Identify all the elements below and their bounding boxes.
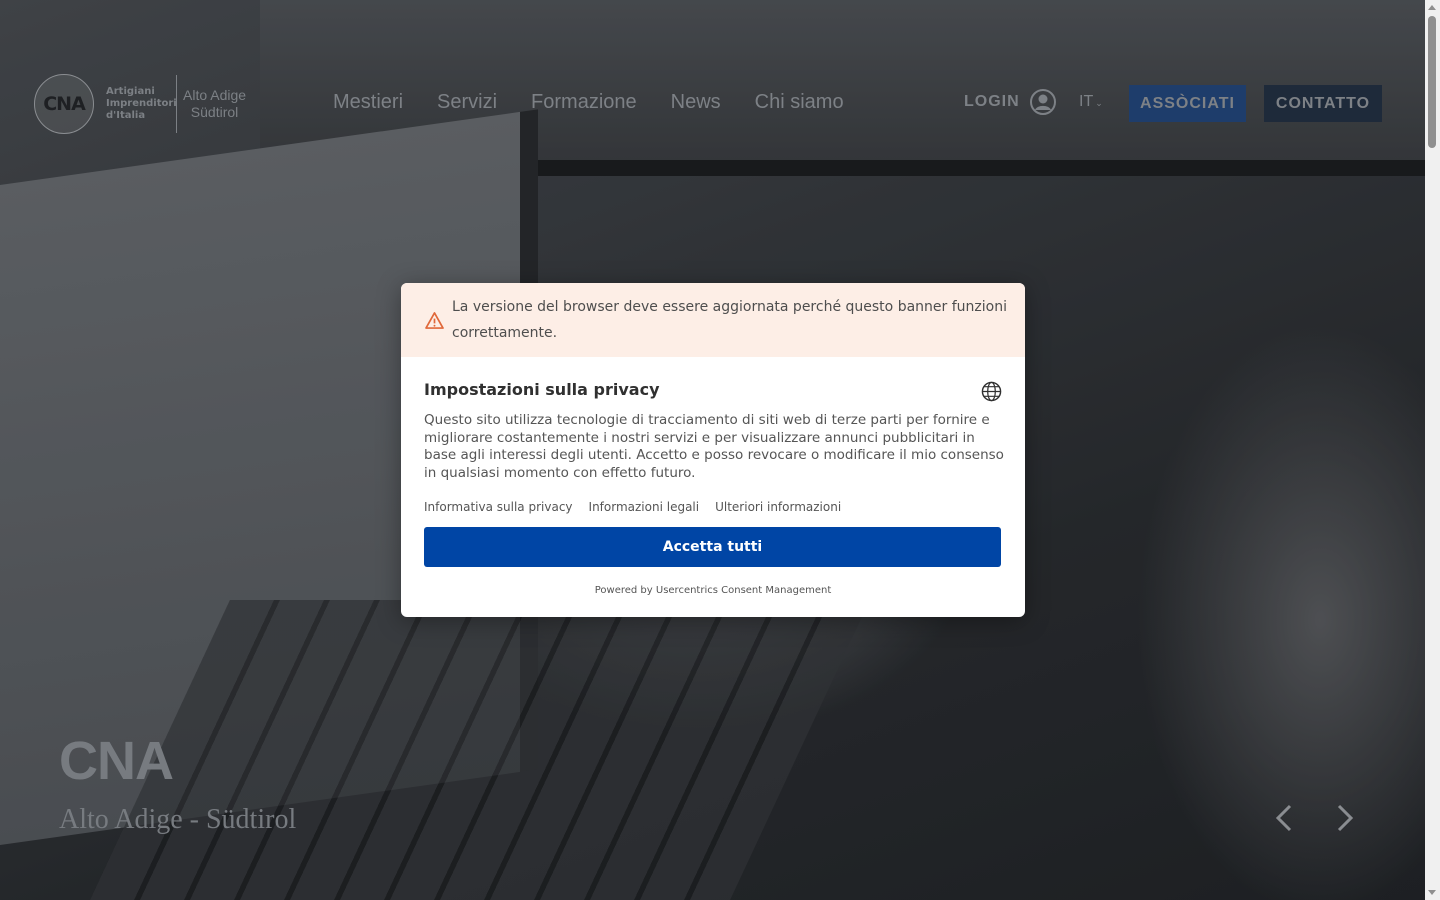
privacy-policy-link[interactable]: Informativa sulla privacy bbox=[424, 500, 573, 514]
site-header: CNA Artigiani Imprenditori d'Italia Alto… bbox=[0, 0, 1425, 200]
logo-region: Alto Adige Südtirol bbox=[183, 87, 246, 121]
contatto-button[interactable]: CONTATTO bbox=[1264, 85, 1382, 122]
legal-info-link[interactable]: Informazioni legali bbox=[589, 500, 700, 514]
logo-mark: CNA bbox=[34, 74, 94, 134]
scroll-thumb[interactable] bbox=[1428, 16, 1436, 148]
scroll-up-arrow-icon[interactable] bbox=[1428, 5, 1436, 10]
nav-item-news[interactable]: News bbox=[671, 88, 721, 116]
login-link[interactable]: LOGIN bbox=[964, 89, 1056, 115]
logo-tagline-line: Imprenditori bbox=[106, 98, 177, 109]
nav-item-servizi[interactable]: Servizi bbox=[437, 88, 497, 116]
nav-item-formazione[interactable]: Formazione bbox=[531, 88, 637, 116]
cna-logo[interactable]: CNA Artigiani Imprenditori d'Italia Alto… bbox=[34, 74, 246, 134]
globe-icon[interactable] bbox=[981, 381, 1002, 402]
nav-item-chi-siamo[interactable]: Chi siamo bbox=[755, 88, 844, 116]
modal-links: Informativa sulla privacy Informazioni l… bbox=[424, 500, 857, 514]
hero-subtitle: Alto Adige - Südtirol bbox=[59, 804, 297, 835]
more-info-link[interactable]: Ulteriori informazioni bbox=[715, 500, 841, 514]
language-label: IT bbox=[1079, 93, 1094, 110]
page-scrollbar[interactable] bbox=[1425, 0, 1440, 900]
logo-region-line: Alto Adige bbox=[183, 87, 247, 103]
modal-description: Questo sito utilizza tecnologie di tracc… bbox=[424, 412, 1004, 481]
arrow-left-icon[interactable] bbox=[1266, 800, 1302, 836]
hero-title: CNA bbox=[59, 731, 174, 791]
arrow-right-icon[interactable] bbox=[1327, 800, 1363, 836]
login-label: LOGIN bbox=[964, 93, 1020, 110]
accept-all-button[interactable]: Accetta tutti bbox=[424, 527, 1001, 567]
associati-button[interactable]: ASSÒCIATI bbox=[1129, 85, 1246, 122]
nav-item-mestieri[interactable]: Mestieri bbox=[333, 88, 403, 116]
powered-by-text: Powered by Usercentrics Consent Manageme… bbox=[594, 585, 832, 596]
language-selector[interactable]: IT ⌄ bbox=[1079, 93, 1103, 111]
warning-text: La versione del browser deve essere aggi… bbox=[452, 299, 1007, 341]
logo-tagline-line: d'Italia bbox=[106, 110, 146, 121]
logo-region-line: Südtirol bbox=[190, 104, 239, 120]
chevron-down-icon: ⌄ bbox=[1095, 98, 1103, 108]
logo-divider bbox=[176, 75, 177, 133]
warning-icon bbox=[425, 312, 444, 329]
user-icon bbox=[1029, 89, 1056, 115]
main-nav: Mestieri Servizi Formazione News Chi sia… bbox=[333, 88, 878, 116]
logo-tagline-line: Artigiani bbox=[106, 86, 155, 97]
modal-title: Impostazioni sulla privacy bbox=[424, 380, 660, 399]
logo-tagline: Artigiani Imprenditori d'Italia bbox=[106, 86, 177, 122]
browser-warning-banner: La versione del browser deve essere aggi… bbox=[401, 283, 1025, 357]
scroll-down-arrow-icon[interactable] bbox=[1428, 890, 1436, 895]
privacy-consent-modal: La versione del browser deve essere aggi… bbox=[401, 283, 1025, 617]
